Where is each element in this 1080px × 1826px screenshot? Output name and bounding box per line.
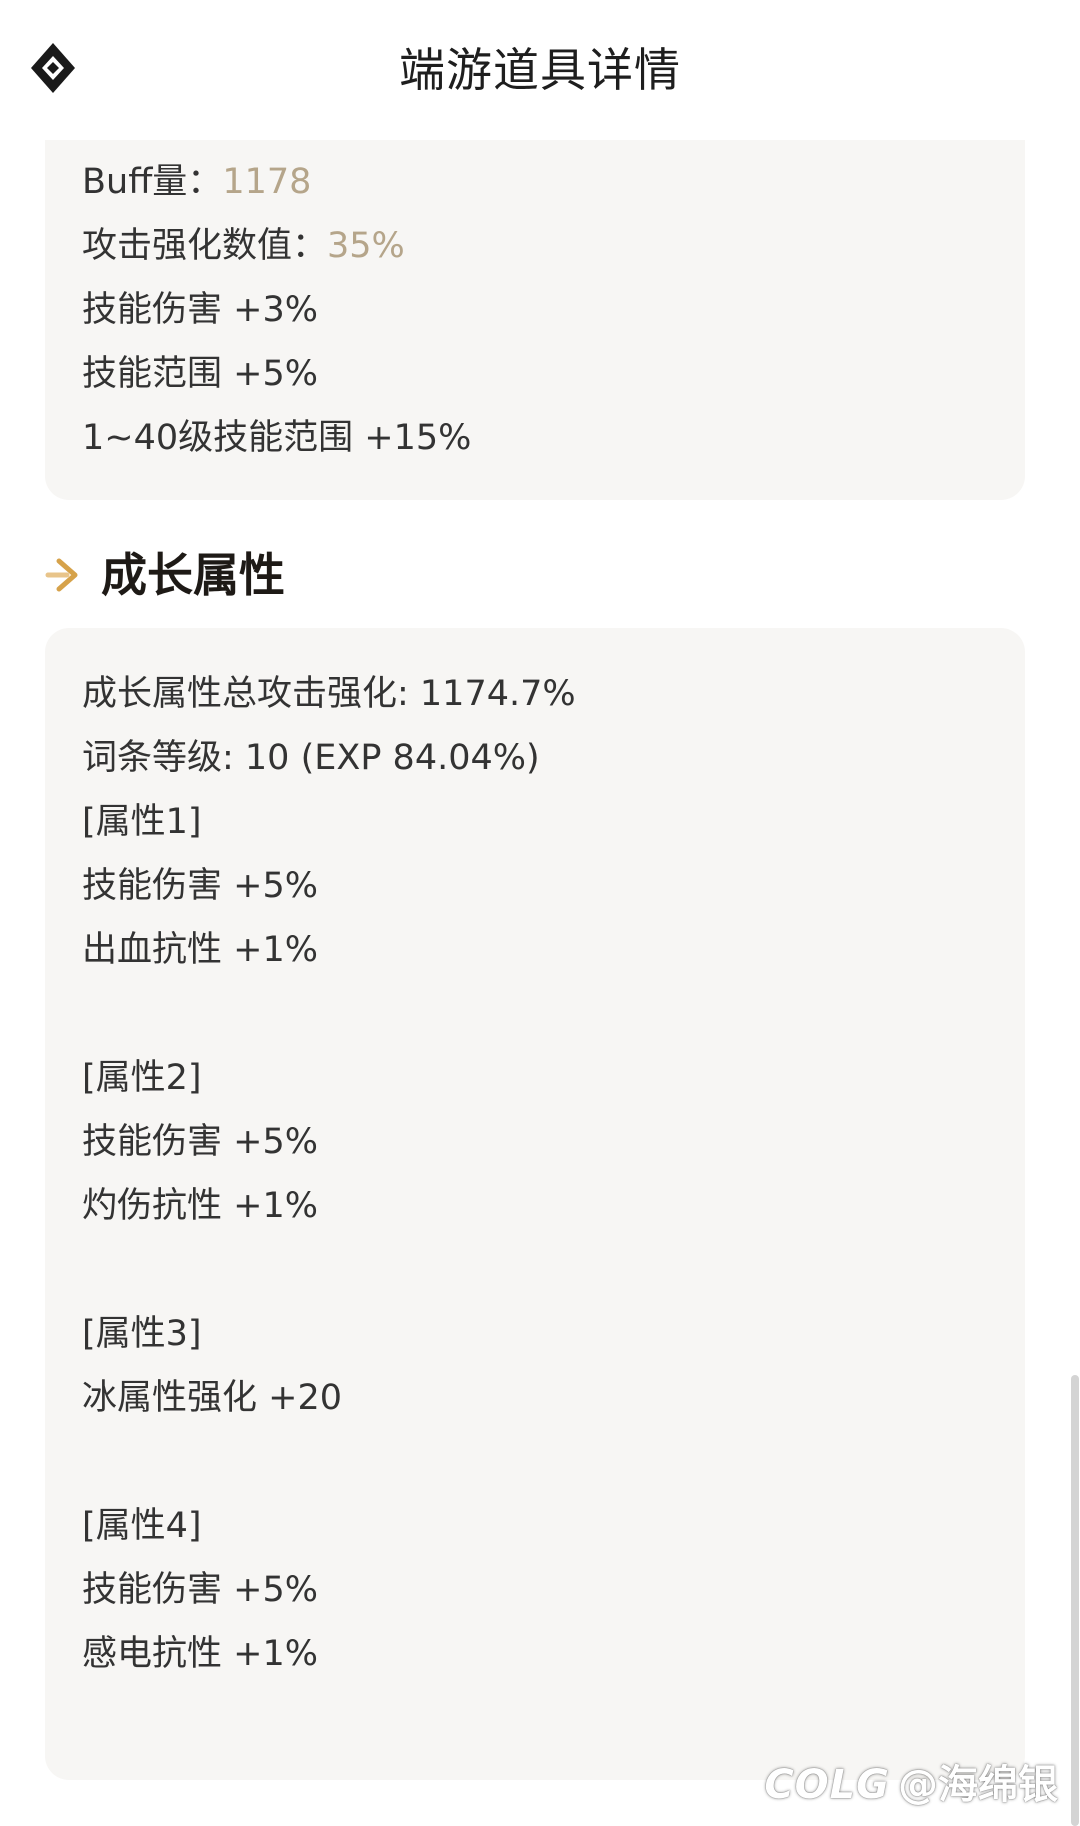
growth-attributes-card: 成长属性总攻击强化: 1174.7% 词条等级: 10 (EXP 84.04%)…	[45, 628, 1025, 1780]
buff-amount-label: Buff量：	[82, 162, 223, 202]
buff-amount-value: 1178	[222, 162, 312, 202]
watermark-logo: COLG	[764, 1762, 890, 1808]
attribute-3-header: [属性3]	[82, 1314, 202, 1354]
item-stats-card: Buff量：1178 攻击强化数值：35% 技能伤害 +3% 技能范围 +5% …	[45, 140, 1025, 500]
stat-line: 技能伤害 +3%	[82, 290, 318, 330]
attack-enhance-line: 攻击强化数值：35%	[82, 222, 405, 270]
growth-total-line: 成长属性总攻击强化: 1174.7%	[82, 674, 576, 714]
attribute-line: 出血抗性 +1%	[82, 930, 318, 970]
entry-level-line: 词条等级: 10 (EXP 84.04%)	[82, 738, 540, 778]
stat-line: 1~40级技能范围 +15%	[82, 418, 472, 458]
attribute-4-header: [属性4]	[82, 1506, 202, 1546]
watermark-user: @海绵银	[898, 1762, 1058, 1808]
attribute-line: 技能伤害 +5%	[82, 1122, 318, 1162]
page-title: 端游道具详情	[399, 43, 681, 97]
attack-enhance-label: 攻击强化数值：	[82, 226, 328, 266]
scrollbar[interactable]	[1071, 1375, 1079, 1826]
attribute-line: 灼伤抗性 +1%	[82, 1186, 318, 1226]
watermark: COLG @海绵银	[764, 1755, 1058, 1815]
attribute-line: 技能伤害 +5%	[82, 1570, 318, 1610]
section-title: 成长属性	[101, 548, 285, 602]
buff-amount-line: Buff量：1178	[82, 158, 311, 206]
attribute-line: 技能伤害 +5%	[82, 866, 318, 906]
header-bar: 端游道具详情	[0, 0, 1080, 140]
attribute-line: 冰属性强化 +20	[82, 1378, 342, 1418]
arrow-right-icon	[45, 555, 87, 595]
attribute-2-header: [属性2]	[82, 1058, 202, 1098]
attribute-line: 感电抗性 +1%	[82, 1634, 318, 1674]
attack-enhance-value: 35%	[327, 226, 405, 266]
stat-line: 技能范围 +5%	[82, 354, 318, 394]
attribute-1-header: [属性1]	[82, 802, 202, 842]
